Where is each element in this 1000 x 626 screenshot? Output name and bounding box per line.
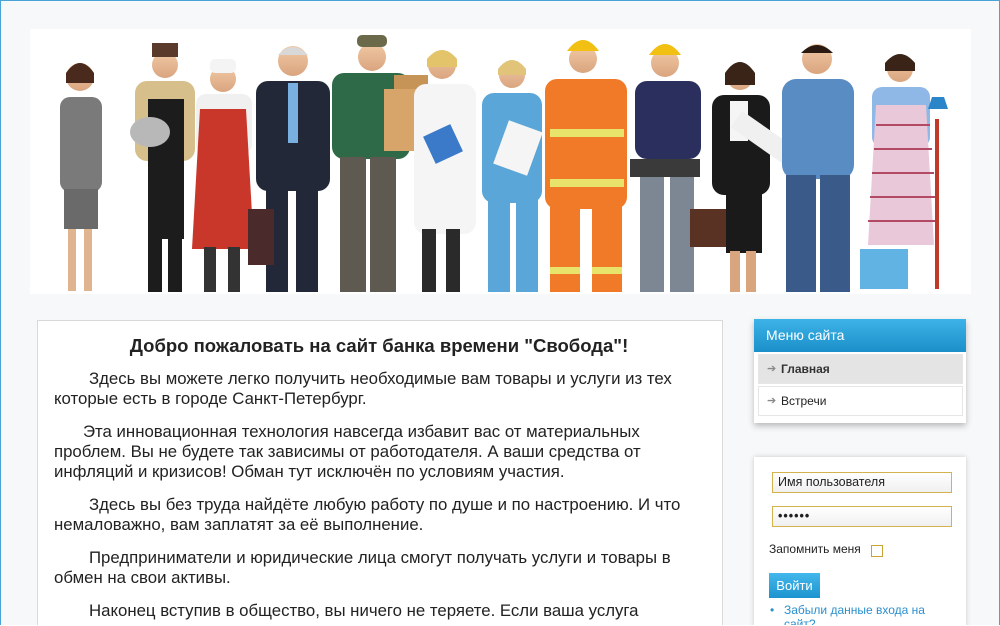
username-field[interactable]: Имя пользователя [772,472,952,493]
content-paragraph: Наконец вступив в общество, вы ничего не… [89,601,639,620]
content-paragraph: Здесь вы без труда найдёте любую работу … [54,495,681,534]
main-content: Добро пожаловать на сайт банка времени "… [37,320,723,625]
forgot-login-link[interactable]: Забыли данные входа на сайт? [770,603,955,625]
site-menu: Меню сайта ➔ Главная ➔ Встречи [754,319,966,423]
login-form: Имя пользователя •••••• Запомнить меня В… [754,457,966,625]
menu-item-home[interactable]: ➔ Главная [758,354,963,384]
header-banner-image [30,29,971,294]
arrow-right-icon: ➔ [767,363,777,375]
content-paragraph: Здесь вы можете легко получить необходим… [54,369,672,408]
remember-me-checkbox[interactable] [871,545,883,557]
arrow-right-icon: ➔ [767,395,777,407]
forgot-login-item: • Забыли данные входа на сайт? [770,603,955,625]
site-menu-title: Меню сайта [754,319,966,352]
page-frame: Добро пожаловать на сайт банка времени "… [0,0,1000,625]
content-paragraph: Эта инновационная технология навсегда из… [54,422,641,481]
workers-group-illustration [60,35,948,292]
remember-me-label: Запомнить меня [769,542,861,556]
content-paragraph: Предприниматели и юридические лица смогу… [54,548,671,587]
page-title: Добро пожаловать на сайт банка времени "… [129,335,629,356]
menu-item-label: Встречи [781,394,827,408]
menu-item-label: Главная [781,362,830,376]
bullet-icon: • [770,603,775,617]
login-button[interactable]: Войти [769,573,820,598]
password-field[interactable]: •••••• [772,506,952,527]
menu-item-meetings[interactable]: ➔ Встречи [758,386,963,416]
